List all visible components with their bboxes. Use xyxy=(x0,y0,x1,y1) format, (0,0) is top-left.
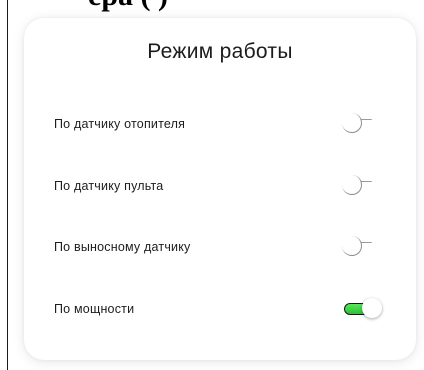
option-row-remote-sensor: По датчику пульта xyxy=(54,171,382,201)
mode-card: Режим работы По датчику отопителя По дат… xyxy=(24,18,416,360)
option-label: По мощности xyxy=(54,302,135,316)
option-label: По датчику пульта xyxy=(54,179,164,193)
option-row-power: По мощности xyxy=(54,294,382,324)
card-title: Режим работы xyxy=(147,40,293,63)
toggle-off-icon xyxy=(342,175,362,195)
toggle-on-icon xyxy=(362,298,382,318)
remote-sensor-toggle[interactable] xyxy=(342,175,382,197)
option-label: По выносному датчику xyxy=(54,240,191,254)
toggle-off-icon xyxy=(342,236,362,256)
external-sensor-toggle[interactable] xyxy=(342,236,382,258)
page: epa ( ) Режим работы По датчику отопител… xyxy=(0,0,424,370)
toggle-off-icon xyxy=(342,113,362,133)
cropped-heading: epa ( ) xyxy=(88,0,168,12)
option-row-external-sensor: По выносному датчику xyxy=(54,232,382,262)
power-toggle[interactable] xyxy=(342,298,382,320)
option-label: По датчику отопителя xyxy=(54,117,186,131)
option-row-heater-sensor: По датчику отопителя xyxy=(54,109,382,139)
heater-sensor-toggle[interactable] xyxy=(342,113,382,135)
left-divider xyxy=(7,0,8,370)
